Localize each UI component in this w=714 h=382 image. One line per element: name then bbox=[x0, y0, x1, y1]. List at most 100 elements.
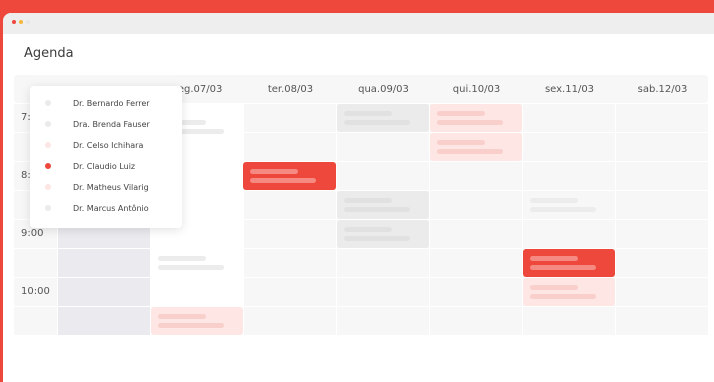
selected-dot-icon bbox=[45, 163, 51, 169]
slot-cell[interactable] bbox=[523, 133, 615, 161]
doctor-name: Dr. Bernardo Ferrer bbox=[73, 98, 150, 108]
window-minimize-dot[interactable] bbox=[19, 20, 23, 24]
appointment-line bbox=[530, 294, 596, 299]
appointment-line bbox=[344, 236, 410, 241]
slot-cell[interactable] bbox=[616, 249, 708, 277]
appointment-block[interactable] bbox=[430, 104, 522, 132]
slot-cell[interactable] bbox=[616, 133, 708, 161]
doctor-name: Dr. Claudio Luiz bbox=[73, 161, 136, 171]
slot-cell[interactable] bbox=[616, 278, 708, 306]
slot-cell[interactable] bbox=[523, 162, 615, 190]
appointment-line bbox=[437, 149, 503, 154]
appointment-line bbox=[250, 178, 316, 183]
unselected-dot-icon bbox=[45, 184, 51, 190]
day-header[interactable]: sex.11/03 bbox=[523, 75, 616, 103]
slot-cell[interactable] bbox=[430, 162, 522, 190]
doctor-filter-popup: Dr. Bernardo Ferrer Dra. Brenda Fauser Dr.… bbox=[30, 86, 182, 228]
appointment-line bbox=[530, 256, 578, 261]
slot-cell[interactable] bbox=[337, 133, 429, 161]
slot-cell[interactable] bbox=[430, 307, 522, 335]
blocked-slot bbox=[58, 278, 150, 306]
appointment-block[interactable] bbox=[151, 307, 243, 335]
slot-cell[interactable] bbox=[337, 249, 429, 277]
doctor-option[interactable]: Dr. Bernardo Ferrer bbox=[30, 93, 182, 113]
doctor-name: Dra. Brenda Fauser bbox=[73, 119, 150, 129]
doctor-option[interactable]: Dr. Celso Ichihara bbox=[30, 135, 182, 155]
doctor-option[interactable]: Dr. Claudio Luiz bbox=[30, 156, 182, 176]
slot-cell[interactable] bbox=[430, 249, 522, 277]
appointment-line bbox=[158, 265, 224, 270]
slot-cell[interactable] bbox=[337, 162, 429, 190]
slot-cell[interactable] bbox=[430, 220, 522, 248]
unselected-dot-icon bbox=[45, 121, 51, 127]
blocked-slot bbox=[58, 307, 150, 335]
slot-cell[interactable] bbox=[244, 133, 336, 161]
appointment-block[interactable] bbox=[523, 249, 615, 277]
slot-cell[interactable] bbox=[430, 191, 522, 219]
slot-cell[interactable] bbox=[337, 278, 429, 306]
doctor-name: Dr. Marcus Antônio bbox=[73, 203, 149, 213]
appointment-line bbox=[344, 198, 392, 203]
slot-cell[interactable] bbox=[616, 220, 708, 248]
appointment-block[interactable] bbox=[151, 249, 243, 277]
appointment-block[interactable] bbox=[337, 191, 429, 219]
day-header[interactable]: sab.12/03 bbox=[616, 75, 709, 103]
appointment-line bbox=[158, 323, 224, 328]
unselected-dot-icon bbox=[45, 205, 51, 211]
doctor-option[interactable]: Dr. Matheus Vilarig bbox=[30, 177, 182, 197]
slot-cell[interactable] bbox=[616, 191, 708, 219]
blocked-slot bbox=[58, 249, 150, 277]
day-header[interactable]: qui.10/03 bbox=[430, 75, 523, 103]
doctor-option[interactable]: Dr. Marcus Antônio bbox=[30, 198, 182, 218]
slot-cell[interactable] bbox=[337, 307, 429, 335]
window-close-dot[interactable] bbox=[12, 20, 16, 24]
page-title: Agenda bbox=[24, 46, 74, 61]
appointment-line bbox=[530, 285, 578, 290]
appointment-line bbox=[437, 111, 485, 116]
slot-cell[interactable] bbox=[616, 162, 708, 190]
appointment-line bbox=[158, 256, 206, 261]
slot-cell[interactable] bbox=[430, 278, 522, 306]
day-header[interactable]: qua.09/03 bbox=[337, 75, 430, 103]
appointment-block[interactable] bbox=[337, 220, 429, 248]
appointment-block[interactable] bbox=[523, 278, 615, 306]
slot-cell[interactable] bbox=[244, 278, 336, 306]
slot-cell[interactable] bbox=[616, 307, 708, 335]
appointment-line bbox=[530, 207, 596, 212]
appointment-line bbox=[158, 314, 206, 319]
slot-cell[interactable] bbox=[523, 104, 615, 132]
day-header[interactable]: ter.08/03 bbox=[244, 75, 337, 103]
unselected-dot-icon bbox=[45, 142, 51, 148]
hour-label: 10:00 bbox=[21, 286, 50, 297]
appointment-line bbox=[437, 140, 485, 145]
time-cell bbox=[14, 307, 57, 335]
appointment-block[interactable] bbox=[430, 133, 522, 161]
window-maximize-dot[interactable] bbox=[26, 20, 30, 24]
appointment-line bbox=[344, 120, 410, 125]
appointment-block[interactable] bbox=[523, 191, 615, 219]
appointment-line bbox=[344, 227, 392, 232]
unselected-dot-icon bbox=[45, 100, 51, 106]
hour-label: 9:00 bbox=[21, 228, 44, 239]
slot-cell[interactable] bbox=[616, 104, 708, 132]
appointment-block[interactable] bbox=[243, 162, 336, 190]
slot-cell[interactable] bbox=[523, 220, 615, 248]
slot-cell[interactable] bbox=[244, 249, 336, 277]
slot-cell[interactable] bbox=[244, 220, 336, 248]
appointment-line bbox=[250, 169, 298, 174]
appointment-line bbox=[437, 120, 503, 125]
slot-cell[interactable] bbox=[244, 307, 336, 335]
time-cell bbox=[14, 249, 57, 277]
slot-cell[interactable] bbox=[244, 191, 336, 219]
doctor-name: Dr. Celso Ichihara bbox=[73, 140, 144, 150]
doctor-option[interactable]: Dra. Brenda Fauser bbox=[30, 114, 182, 134]
title-bar bbox=[3, 13, 714, 34]
appointment-line bbox=[530, 265, 596, 270]
appointment-line bbox=[530, 198, 578, 203]
slot-cell[interactable] bbox=[244, 104, 336, 132]
doctor-name: Dr. Matheus Vilarig bbox=[73, 182, 149, 192]
slot-cell[interactable] bbox=[523, 307, 615, 335]
appointment-line bbox=[344, 207, 410, 212]
appointment-block[interactable] bbox=[337, 104, 429, 132]
appointment-line bbox=[344, 111, 392, 116]
